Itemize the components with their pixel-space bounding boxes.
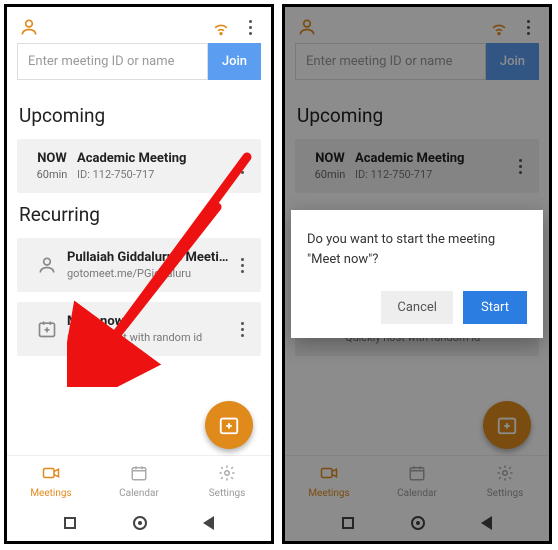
meeting-id: ID: 112-750-717 bbox=[77, 168, 233, 181]
nav-settings[interactable]: Settings bbox=[183, 456, 271, 505]
nav-meetings[interactable]: Meetings bbox=[7, 456, 95, 505]
more-icon[interactable] bbox=[233, 258, 251, 273]
overflow-menu-icon[interactable] bbox=[241, 20, 259, 35]
meeting-sub: Quickly host with random id bbox=[67, 331, 233, 344]
meeting-url: gotomeet.me/PGiddaluru bbox=[67, 267, 233, 280]
meet-now-card[interactable]: Meet now Quickly host with random id bbox=[17, 302, 261, 356]
modal-overlay[interactable]: Do you want to start the meeting "Meet n… bbox=[285, 7, 549, 541]
meeting-title: Academic Meeting bbox=[77, 151, 233, 166]
phone-left: Join Upcoming NOW 60min Academic Meeting… bbox=[4, 4, 274, 544]
nav-label: Settings bbox=[183, 488, 271, 499]
home-icon[interactable] bbox=[133, 516, 147, 530]
search-row: Join bbox=[7, 43, 271, 88]
meeting-title: Meet now bbox=[67, 314, 233, 329]
meeting-title: Pullaiah Giddaluru's Meeting bbox=[67, 250, 233, 265]
recurring-heading: Recurring bbox=[19, 203, 259, 226]
start-button[interactable]: Start bbox=[463, 291, 527, 324]
duration-label: 60min bbox=[27, 168, 77, 181]
profile-icon[interactable] bbox=[19, 17, 39, 37]
recent-apps-icon[interactable] bbox=[64, 517, 76, 529]
upcoming-heading: Upcoming bbox=[19, 104, 259, 127]
recurring-meeting-card[interactable]: Pullaiah Giddaluru's Meeting gotomeet.me… bbox=[17, 238, 261, 292]
cancel-button[interactable]: Cancel bbox=[381, 291, 453, 324]
meeting-id-input[interactable] bbox=[17, 43, 208, 80]
nav-label: Meetings bbox=[7, 488, 95, 499]
top-bar bbox=[7, 7, 271, 43]
calendar-plus-icon bbox=[27, 319, 67, 339]
person-icon bbox=[27, 255, 67, 275]
new-meeting-fab[interactable] bbox=[205, 401, 253, 449]
back-icon[interactable] bbox=[203, 516, 214, 530]
upcoming-meeting-card[interactable]: NOW 60min Academic Meeting ID: 112-750-7… bbox=[17, 139, 261, 193]
more-icon[interactable] bbox=[233, 322, 251, 337]
phone-right: Join Upcoming NOW 60min Academic Meeting… bbox=[282, 4, 552, 544]
nav-calendar[interactable]: Calendar bbox=[95, 456, 183, 505]
more-icon[interactable] bbox=[233, 159, 251, 174]
now-badge: NOW bbox=[27, 151, 77, 166]
start-meeting-dialog: Do you want to start the meeting "Meet n… bbox=[291, 210, 543, 338]
wifi-icon bbox=[211, 17, 231, 37]
android-nav-bar bbox=[7, 505, 271, 541]
bottom-nav: Meetings Calendar Settings bbox=[7, 455, 271, 505]
nav-label: Calendar bbox=[95, 488, 183, 499]
dialog-message: Do you want to start the meeting "Meet n… bbox=[307, 230, 527, 269]
join-button[interactable]: Join bbox=[208, 43, 261, 80]
content-area: Upcoming NOW 60min Academic Meeting ID: … bbox=[7, 88, 271, 455]
